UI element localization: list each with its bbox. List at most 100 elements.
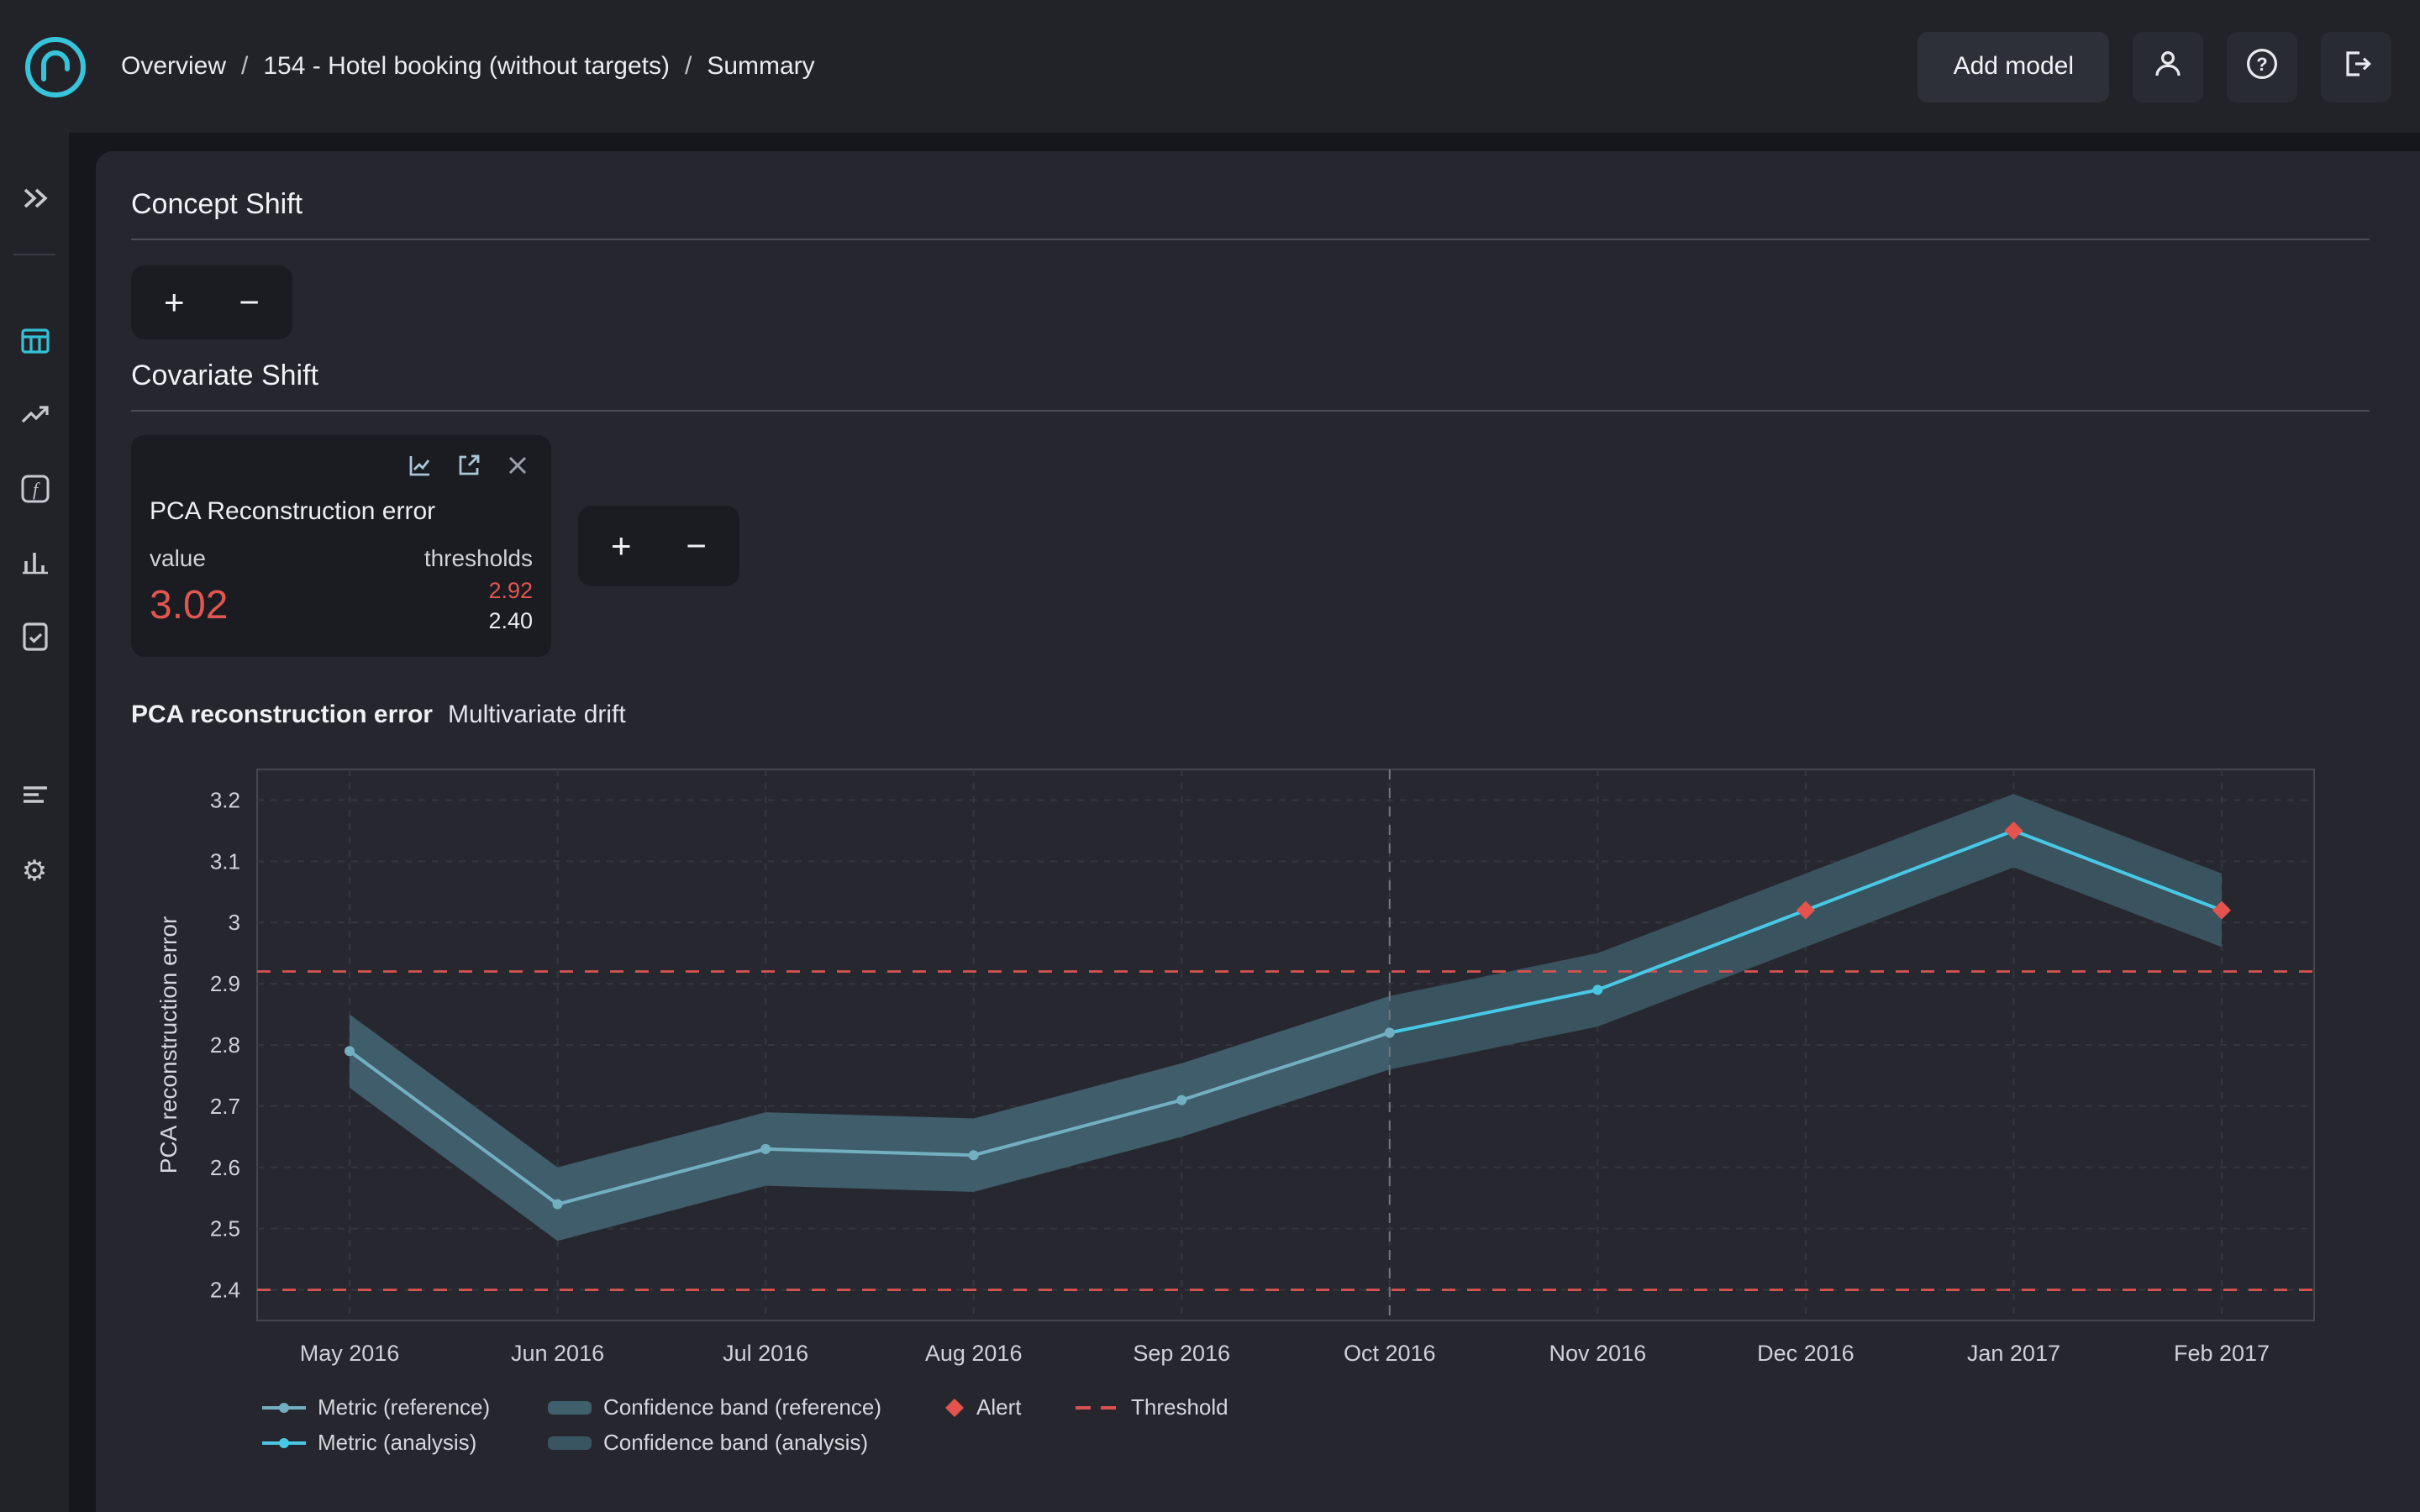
- chart-preview-icon: [407, 451, 434, 483]
- legend-alert[interactable]: Alert: [944, 1394, 1076, 1420]
- open-chart-button[interactable]: [405, 452, 435, 482]
- sidebar-item-settings[interactable]: ⚙: [11, 853, 58, 887]
- bar-chart-icon: [18, 545, 51, 584]
- metric-value-column: value 3.02: [150, 544, 228, 633]
- chart-title: PCA reconstruction error: [131, 701, 433, 729]
- svg-text:2.6: 2.6: [210, 1155, 240, 1180]
- chart-legend: Metric (reference) Confidence band (refe…: [262, 1394, 2370, 1455]
- expand-sidebar-button[interactable]: [11, 183, 58, 217]
- breadcrumb-summary[interactable]: Summary: [707, 52, 814, 81]
- close-card-button[interactable]: [502, 452, 533, 482]
- svg-text:3.1: 3.1: [210, 848, 240, 874]
- metric-value: 3.02: [150, 583, 228, 630]
- legend-label: Confidence band (reference): [603, 1394, 881, 1420]
- legend-band-reference[interactable]: Confidence band (reference): [548, 1394, 944, 1420]
- user-button[interactable]: [2133, 31, 2203, 102]
- svg-text:3.2: 3.2: [210, 787, 240, 812]
- breadcrumb-separator: /: [241, 52, 248, 81]
- section-divider: [131, 410, 2370, 412]
- main-panel: Concept Shift + − Covariate Shift: [96, 151, 2420, 1512]
- legend-label: Alert: [976, 1394, 1021, 1420]
- sidebar-nav: f: [11, 326, 58, 655]
- sidebar-item-concept-shift[interactable]: f: [11, 474, 58, 507]
- logout-icon: [2339, 47, 2373, 86]
- svg-text:Jan 2017: Jan 2017: [1967, 1341, 2060, 1366]
- covariate-shift-row: PCA Reconstruction error value 3.02 thre…: [131, 435, 2370, 657]
- sidebar-bottom: ⚙: [11, 780, 58, 887]
- drift-line-chart[interactable]: May 2016Jun 2016Jul 2016Aug 2016Sep 2016…: [146, 763, 2331, 1388]
- metric-card: PCA Reconstruction error value 3.02 thre…: [131, 435, 551, 657]
- chart-heading: PCA reconstruction error Multivariate dr…: [131, 701, 2370, 729]
- svg-text:PCA reconstruction error: PCA reconstruction error: [155, 916, 182, 1174]
- covariate-shift-controls: + −: [578, 506, 739, 586]
- help-icon: ?: [2245, 47, 2279, 86]
- sidebar-item-data-quality[interactable]: [11, 622, 58, 655]
- svg-text:Aug 2016: Aug 2016: [925, 1341, 1023, 1366]
- svg-text:f: f: [32, 478, 39, 499]
- svg-text:2.5: 2.5: [210, 1216, 240, 1242]
- threshold-low-value: 2.40: [424, 608, 533, 633]
- sidebar: f: [0, 133, 69, 1512]
- sidebar-divider: [13, 254, 55, 255]
- legend-label: Confidence band (analysis): [603, 1430, 868, 1455]
- svg-text:Nov 2016: Nov 2016: [1549, 1341, 1647, 1366]
- chevrons-right-icon: [18, 181, 51, 219]
- app-logo-icon[interactable]: [22, 33, 89, 100]
- breadcrumb-model[interactable]: 154 - Hotel booking (without targets): [263, 52, 670, 81]
- gear-icon: ⚙: [22, 856, 48, 885]
- help-button[interactable]: ?: [2227, 31, 2297, 102]
- metric-card-body: value 3.02 thresholds 2.92 2.40: [150, 544, 533, 633]
- concept-remove-button[interactable]: −: [218, 270, 281, 334]
- covariate-shift-title: Covariate Shift: [131, 360, 2370, 393]
- open-external-icon: [455, 451, 482, 483]
- svg-text:Sep 2016: Sep 2016: [1133, 1341, 1230, 1366]
- section-divider: [131, 239, 2370, 240]
- svg-text:3: 3: [229, 910, 240, 935]
- sidebar-item-logs[interactable]: [11, 780, 58, 813]
- legend-metric-analysis[interactable]: Metric (analysis): [262, 1430, 548, 1455]
- legend-label: Threshold: [1131, 1394, 1228, 1420]
- svg-text:2.7: 2.7: [210, 1094, 240, 1119]
- close-icon: [506, 453, 529, 481]
- legend-band-analysis[interactable]: Confidence band (analysis): [548, 1430, 944, 1455]
- svg-text:May 2016: May 2016: [300, 1341, 400, 1366]
- legend-threshold[interactable]: Threshold: [1076, 1394, 2370, 1420]
- threshold-high-value: 2.92: [424, 578, 533, 603]
- covariate-remove-button[interactable]: −: [665, 514, 729, 578]
- open-external-button[interactable]: [454, 452, 484, 482]
- breadcrumb-separator: /: [685, 52, 692, 81]
- trending-up-icon: [18, 397, 51, 436]
- topbar-actions: Add model ?: [1918, 31, 2391, 102]
- svg-text:Dec 2016: Dec 2016: [1757, 1341, 1854, 1366]
- chart-subtitle: Multivariate drift: [448, 701, 626, 729]
- svg-text:Oct 2016: Oct 2016: [1344, 1341, 1436, 1366]
- metric-card-title: PCA Reconstruction error: [150, 497, 533, 526]
- svg-text:?: ?: [2256, 54, 2267, 75]
- breadcrumb-overview[interactable]: Overview: [121, 52, 226, 81]
- metric-thresholds-column: thresholds 2.92 2.40: [424, 544, 533, 633]
- concept-shift-controls: + −: [131, 265, 292, 339]
- alert-diamond-icon: [945, 1398, 964, 1416]
- report-check-icon: [18, 619, 51, 658]
- concept-add-button[interactable]: +: [142, 270, 206, 334]
- svg-text:2.9: 2.9: [210, 971, 240, 996]
- list-icon: [18, 777, 51, 816]
- concept-shift-title: Concept Shift: [131, 188, 2370, 222]
- legend-metric-reference[interactable]: Metric (reference): [262, 1394, 548, 1420]
- function-icon: f: [18, 471, 51, 510]
- thresholds-label: thresholds: [424, 544, 533, 571]
- user-icon: [2151, 47, 2185, 86]
- legend-label: Metric (reference): [318, 1394, 490, 1420]
- sidebar-item-performance[interactable]: [11, 400, 58, 433]
- sidebar-item-covariate-shift[interactable]: [11, 548, 58, 581]
- logout-button[interactable]: [2321, 31, 2391, 102]
- value-label: value: [150, 544, 228, 571]
- svg-text:2.4: 2.4: [210, 1278, 240, 1303]
- svg-text:2.8: 2.8: [210, 1032, 240, 1058]
- metric-card-toolbar: [150, 452, 533, 482]
- sidebar-item-summary-table[interactable]: [11, 326, 58, 360]
- add-model-button[interactable]: Add model: [1918, 31, 2109, 102]
- covariate-add-button[interactable]: +: [589, 514, 653, 578]
- legend-label: Metric (analysis): [318, 1430, 476, 1455]
- top-bar: Overview / 154 - Hotel booking (without …: [0, 0, 2420, 133]
